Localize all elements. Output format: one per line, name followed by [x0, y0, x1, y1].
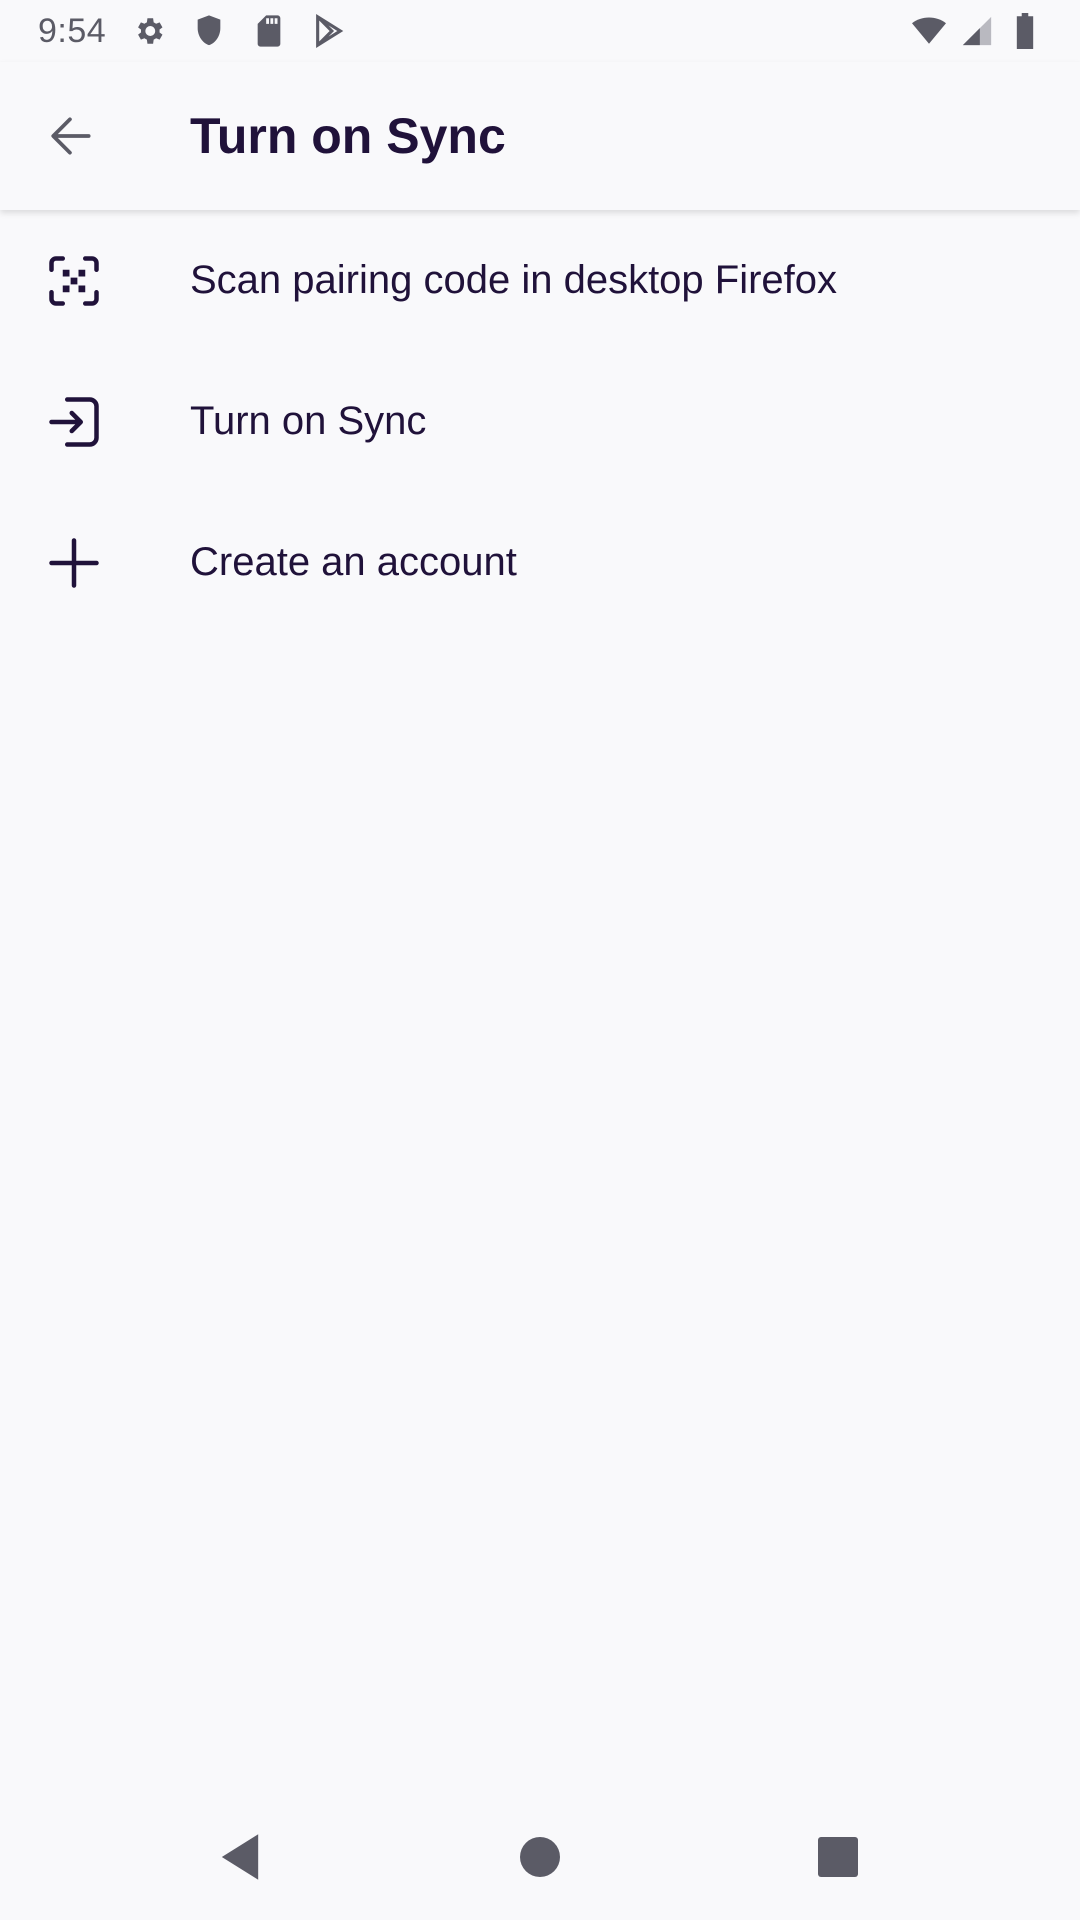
menu-item-label: Scan pairing code in desktop Firefox [190, 258, 838, 302]
shield-icon [192, 14, 226, 48]
status-time: 9:54 [38, 11, 107, 50]
system-nav-bar [0, 1794, 1080, 1920]
menu-list: Scan pairing code in desktop Firefox Tur… [0, 210, 1080, 633]
nav-recents-button[interactable] [798, 1817, 878, 1897]
back-button[interactable] [30, 94, 114, 178]
nav-back-button[interactable] [200, 1817, 280, 1897]
sign-in-icon [44, 392, 104, 452]
home-circle-icon [520, 1837, 560, 1877]
page-title: Turn on Sync [190, 108, 506, 164]
screen: 9:54 Turn on Sync Scan pairing code in d… [0, 0, 1080, 1920]
toolbar: Turn on Sync [0, 62, 1080, 210]
menu-item-label: Turn on Sync [190, 399, 427, 443]
status-right [912, 13, 1042, 49]
menu-item-create-account[interactable]: Create an account [0, 492, 1080, 633]
nav-home-button[interactable] [500, 1817, 580, 1897]
menu-item-scan-pairing-code[interactable]: Scan pairing code in desktop Firefox [0, 210, 1080, 351]
sd-card-icon [252, 14, 286, 48]
back-triangle-icon [221, 1834, 259, 1880]
qr-scan-icon [44, 251, 104, 311]
menu-item-label: Create an account [190, 540, 517, 584]
signal-icon [960, 14, 994, 48]
battery-icon [1008, 13, 1042, 49]
play-store-icon [312, 14, 346, 48]
wifi-icon [912, 14, 946, 48]
settings-icon [132, 14, 166, 48]
arrow-back-icon [51, 117, 91, 155]
plus-icon [44, 533, 104, 593]
recents-square-icon [818, 1837, 858, 1877]
status-bar: 9:54 [0, 0, 1080, 62]
status-left: 9:54 [38, 12, 346, 51]
menu-item-turn-on-sync[interactable]: Turn on Sync [0, 351, 1080, 492]
